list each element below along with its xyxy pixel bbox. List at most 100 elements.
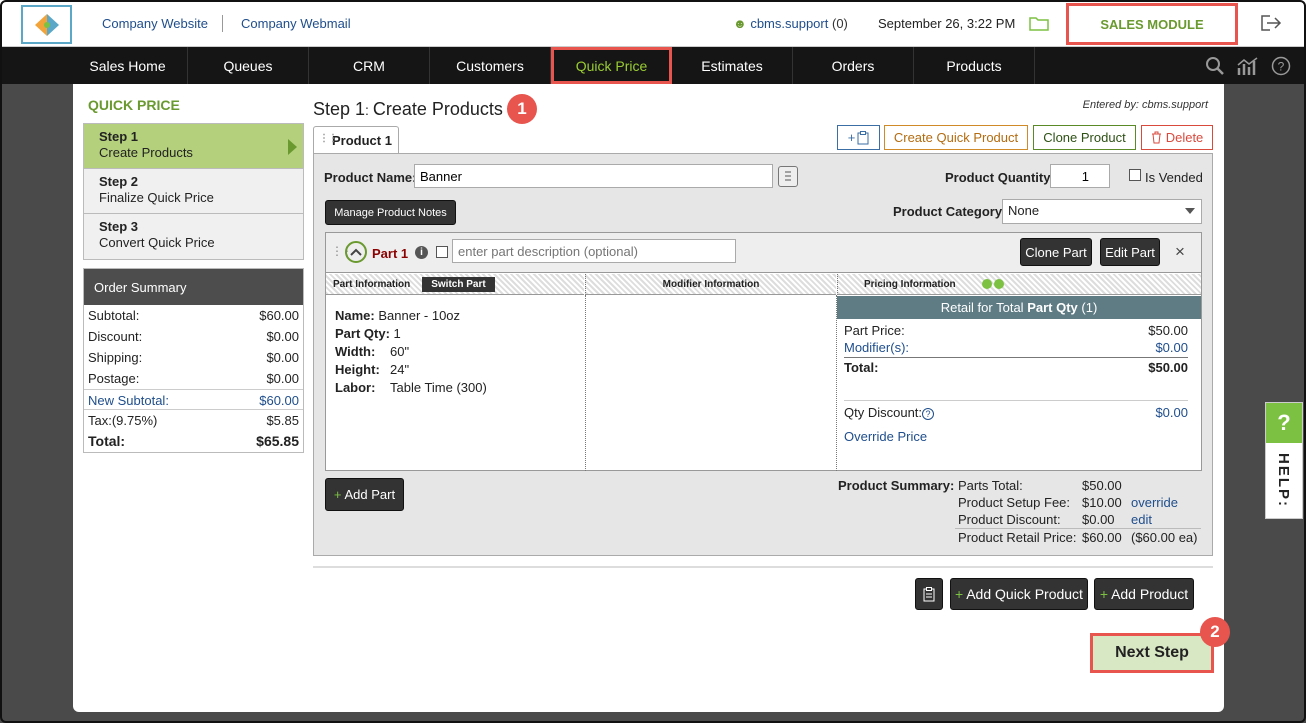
search-icon[interactable] — [1205, 56, 1225, 79]
sales-module-button[interactable]: SALES MODULE — [1066, 3, 1238, 45]
company-website-link[interactable]: Company Website — [102, 16, 208, 31]
is-vended-label: Is Vended — [1145, 170, 1203, 185]
help-question-icon: ? — [1266, 403, 1302, 443]
nav-queues[interactable]: Queues — [188, 47, 309, 84]
user-icon: ☻ — [733, 16, 747, 31]
part-label: Part 1 — [372, 246, 409, 261]
info-icon[interactable]: i — [415, 246, 428, 259]
info-row-name: Name: Banner - 10oz — [335, 307, 575, 325]
nav-sales-home[interactable]: Sales Home — [68, 47, 188, 84]
modifier-column — [585, 295, 836, 471]
product-category-select[interactable]: None — [1002, 199, 1202, 224]
prev-arrow-icon[interactable] — [981, 279, 992, 289]
clone-product-button[interactable]: Clone Product — [1033, 125, 1136, 150]
company-webmail-link[interactable]: Company Webmail — [241, 16, 351, 31]
modifiers-row[interactable]: Modifier(s): $0.00 — [844, 340, 1188, 358]
logout-icon[interactable] — [1260, 14, 1282, 35]
col-part-label: Part Information — [333, 278, 411, 290]
chevron-down-icon — [1185, 208, 1195, 214]
delete-product-button[interactable]: Delete — [1141, 125, 1213, 150]
price-value: $50.00 — [1148, 360, 1188, 375]
ps-label-parts: Parts Total: — [958, 478, 1023, 493]
clone-part-button[interactable]: Clone Part — [1020, 238, 1092, 266]
part-info-column: Name: Banner - 10oz Part Qty: 1 Width: 60… — [326, 295, 584, 471]
product-category-label: Product Category: — [893, 204, 1007, 219]
help-tab[interactable]: ? HELP: — [1265, 402, 1303, 519]
summary-row-new-subtotal: New Subtotal: $60.00 — [84, 389, 303, 410]
collapse-chevron-icon[interactable] — [345, 241, 367, 263]
plus-icon: + — [333, 487, 342, 502]
next-arrow-icon[interactable] — [993, 279, 1004, 289]
nav-quick-price[interactable]: Quick Price — [551, 47, 672, 84]
ps-label-setup: Product Setup Fee: — [958, 495, 1071, 510]
product-name-input[interactable] — [414, 164, 773, 188]
info-row-width: Width: 60" — [335, 343, 575, 361]
folder-icon[interactable] — [1029, 14, 1049, 35]
summary-row-total: Total: $65.85 — [84, 431, 303, 452]
add-quick-product-button[interactable]: + Add Quick Product — [950, 578, 1088, 610]
next-step-button[interactable]: Next Step — [1090, 633, 1214, 673]
callout-badge-1: 1 — [507, 94, 537, 124]
switch-part-button[interactable]: Switch Part — [422, 276, 495, 292]
manage-product-notes-button[interactable]: Manage Product Notes — [325, 200, 456, 225]
question-icon[interactable]: ? — [922, 408, 935, 420]
nav-orders[interactable]: Orders — [793, 47, 914, 84]
ps-value-setup: $10.00 — [1082, 495, 1122, 510]
divider — [222, 15, 223, 32]
add-clipboard-button[interactable]: + — [837, 125, 880, 150]
info-value: 60" — [390, 344, 410, 359]
user-link[interactable]: ☻ cbms.support (0) — [733, 16, 848, 31]
nav-crm[interactable]: CRM — [309, 47, 430, 84]
close-icon[interactable]: × — [1175, 242, 1185, 262]
chart-icon[interactable] — [1236, 56, 1260, 79]
summary-label: Shipping: — [88, 350, 143, 365]
user-name[interactable]: cbms.support — [750, 16, 828, 31]
summary-label: Total: — [88, 433, 126, 449]
summary-row-shipping: Shipping: $0.00 — [84, 347, 303, 368]
arrow-right-icon — [288, 139, 297, 155]
override-label: Override Price — [844, 429, 928, 444]
col-head-pricing: Pricing Information — [837, 274, 1201, 295]
info-key: Width: — [335, 344, 376, 359]
add-product-button[interactable]: + Add Product — [1094, 578, 1194, 610]
nav-products[interactable]: Products — [914, 47, 1035, 84]
part-price-row: Part Price: $50.00 — [844, 323, 1188, 338]
override-link[interactable]: override — [1131, 495, 1178, 510]
info-row-labor: Labor: Table Time (300) — [335, 379, 575, 397]
qty-discount-label-wrap: Qty Discount:? — [844, 405, 935, 420]
price-value[interactable]: $0.00 — [1155, 405, 1188, 420]
add-part-button[interactable]: + Add Part — [325, 478, 404, 511]
step-1[interactable]: Step 1 Create Products — [84, 124, 303, 169]
retail-head-bold: Part Qty — [1027, 300, 1078, 315]
part-checkbox[interactable] — [436, 246, 448, 258]
is-vended-checkbox[interactable] — [1129, 169, 1141, 181]
step-1-desc: Create Products — [99, 145, 193, 160]
help-circle-icon[interactable]: ? — [1271, 56, 1291, 79]
edit-discount-link[interactable]: edit — [1131, 512, 1152, 527]
clipboard-icon — [857, 130, 869, 144]
product-list-icon[interactable] — [778, 166, 798, 187]
step-2[interactable]: Step 2 Finalize Quick Price — [84, 169, 303, 214]
summary-label: New Subtotal: — [88, 393, 169, 408]
summary-value: $0.00 — [266, 329, 299, 344]
create-quick-product-button[interactable]: Create Quick Product — [884, 125, 1028, 150]
company-logo[interactable] — [21, 5, 72, 44]
tab-product-1[interactable]: ⋮⋮ Product 1 — [313, 126, 399, 154]
part-description-input[interactable] — [452, 239, 736, 263]
nav-customers[interactable]: Customers — [430, 47, 551, 84]
nav-estimates[interactable]: Estimates — [672, 47, 793, 84]
clipboard-button[interactable] — [915, 578, 943, 610]
override-price-link[interactable]: Override Price — [844, 429, 1188, 444]
divider — [313, 566, 1213, 568]
edit-part-button[interactable]: Edit Part — [1100, 238, 1160, 266]
col-price-label: Pricing Information — [864, 278, 956, 290]
step-3[interactable]: Step 3 Convert Quick Price — [84, 214, 303, 259]
tab-label: Product 1 — [332, 133, 392, 148]
price-label: Part Price: — [844, 323, 905, 338]
product-quantity-label: Product Quantity: — [945, 170, 1055, 185]
step-name: Create Products — [372, 99, 503, 119]
total-row: Total: $50.00 — [844, 360, 1188, 375]
product-quantity-input[interactable] — [1050, 164, 1110, 188]
summary-value: $60.00 — [259, 308, 299, 323]
step-3-label: Step 3 — [99, 219, 139, 234]
